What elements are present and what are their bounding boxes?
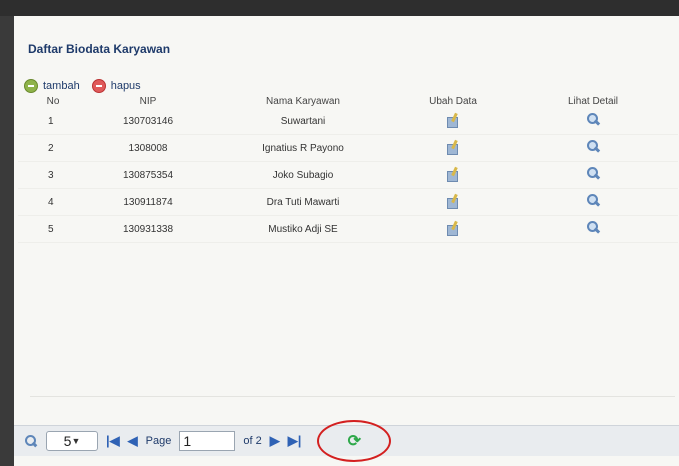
employee-table: No NIP Nama Karyawan Ubah Data Lihat Det… — [18, 94, 678, 243]
last-page-icon[interactable]: ▶| — [288, 433, 302, 449]
table-row[interactable]: 4 130911874 Dra Tuti Mawarti — [18, 188, 678, 216]
magnifier-icon[interactable] — [586, 166, 601, 181]
row-no: 1 — [18, 108, 88, 135]
column-header-ubah: Ubah Data — [429, 95, 477, 107]
divider — [30, 396, 675, 397]
next-page-icon[interactable]: ▶ — [270, 433, 280, 449]
row-nama: Ignatius R Payono — [208, 134, 398, 162]
table-row[interactable]: 2 1308008 Ignatius R Payono — [18, 134, 678, 162]
row-nip: 1308008 — [88, 134, 208, 162]
edit-icon[interactable] — [447, 166, 459, 182]
column-header-no: No — [46, 95, 60, 107]
refresh-icon[interactable]: ⟳ — [348, 431, 361, 451]
toolbar: tambah hapus — [24, 78, 153, 94]
row-nama: Mustiko Adji SE — [208, 215, 398, 243]
row-nama: Dra Tuti Mawarti — [208, 188, 398, 216]
first-page-icon[interactable]: |◀ — [106, 433, 120, 449]
add-button[interactable]: tambah — [24, 79, 80, 93]
edit-cell — [398, 215, 508, 243]
column-header-nama: Nama Karyawan — [266, 95, 340, 107]
window-top-bar — [0, 0, 679, 16]
view-cell — [508, 134, 678, 162]
row-nip: 130703146 — [88, 108, 208, 135]
edit-icon[interactable] — [447, 112, 459, 128]
magnifier-icon[interactable] — [586, 112, 601, 127]
table-row[interactable]: 3 130875354 Joko Subagio — [18, 161, 678, 189]
view-cell — [508, 108, 678, 135]
chevron-down-icon: ▼ — [71, 436, 81, 446]
row-no: 4 — [18, 188, 88, 216]
page-size-value: 5 — [63, 433, 72, 449]
add-circle-icon — [24, 79, 38, 93]
column-header-nip: NIP — [139, 95, 157, 107]
table-header-row: No NIP Nama Karyawan Ubah Data Lihat Det… — [18, 94, 678, 108]
add-label: tambah — [43, 80, 80, 92]
row-no: 3 — [18, 161, 88, 189]
magnifier-icon[interactable] — [586, 139, 601, 154]
table-row[interactable]: 5 130931338 Mustiko Adji SE — [18, 215, 678, 243]
view-cell — [508, 215, 678, 243]
view-cell — [508, 161, 678, 189]
panel-title: Daftar Biodata Karyawan — [28, 42, 171, 56]
row-no: 2 — [18, 134, 88, 162]
row-nip: 130931338 — [88, 215, 208, 243]
row-nama: Joko Subagio — [208, 161, 398, 189]
view-cell — [508, 188, 678, 216]
edit-cell — [398, 108, 508, 135]
edit-cell — [398, 161, 508, 189]
row-no: 5 — [18, 215, 88, 243]
delete-circle-icon — [91, 79, 106, 93]
page-number-input[interactable] — [179, 431, 236, 451]
refresh-highlight: ⟳ — [317, 420, 392, 462]
row-nip: 130875354 — [88, 161, 208, 189]
prev-page-icon[interactable]: ◀ — [128, 433, 138, 449]
magnifier-icon[interactable] — [586, 193, 601, 208]
row-nip: 130911874 — [88, 188, 208, 216]
delete-label: hapus — [110, 80, 141, 92]
delete-button[interactable]: hapus — [91, 79, 141, 93]
pagination-bar: 5 ▼ |◀ ◀ Page of 2 ▶ ▶| ⟳ — [14, 420, 679, 462]
page-label: Page — [145, 435, 172, 447]
magnifier-icon[interactable] — [586, 220, 601, 235]
table-row[interactable]: 1 130703146 Suwartani — [18, 108, 678, 135]
column-header-lihat: Lihat Detail — [567, 95, 619, 107]
edit-cell — [398, 188, 508, 216]
page-count-label: of 2 — [243, 435, 262, 447]
employee-panel: Daftar Biodata Karyawan tambah hapus No … — [14, 16, 679, 466]
edit-cell — [398, 134, 508, 162]
edit-icon[interactable] — [447, 139, 459, 155]
page-size-select[interactable]: 5 ▼ — [46, 431, 98, 451]
edit-icon[interactable] — [447, 193, 459, 209]
edit-icon[interactable] — [447, 220, 459, 236]
row-nama: Suwartani — [208, 108, 398, 135]
search-icon[interactable] — [24, 434, 38, 448]
